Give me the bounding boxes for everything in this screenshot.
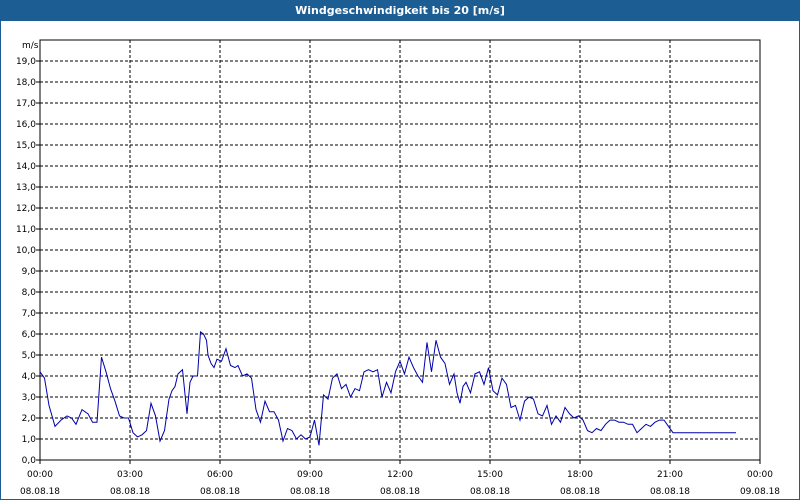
x-tick-date-label: 08.08.18 xyxy=(470,487,510,497)
x-tick-time-label: 18:00 xyxy=(567,470,593,480)
y-tick-label: 1,0 xyxy=(22,435,37,445)
y-tick-label: 17,0 xyxy=(16,99,36,109)
x-tick-date-label: 08.08.18 xyxy=(200,487,240,497)
wind-speed-chart: 0,0 1,0 2,0 3,0 4,0 5,0 6,0 7,0 8,0 9,0 10,0 11,0 12… xyxy=(16,39,780,497)
y-tick-label: 11,0 xyxy=(16,225,36,235)
y-tick-label: 2,0 xyxy=(22,414,37,424)
y-axis-ticks: 0,0 1,0 2,0 3,0 4,0 5,0 6,0 7,0 8,0 9,0 10,0 11,0 12… xyxy=(16,57,40,466)
y-axis-unit-label: m/s xyxy=(22,41,39,51)
y-tick-label: 8,0 xyxy=(22,288,37,298)
x-tick-time-label: 00:00 xyxy=(27,470,53,480)
x-tick-time-label: 21:00 xyxy=(657,470,683,480)
y-tick-label: 3,0 xyxy=(22,393,37,403)
y-tick-label: 13,0 xyxy=(16,183,36,193)
grid-lines xyxy=(40,40,760,460)
y-tick-label: 16,0 xyxy=(16,120,36,130)
x-tick-date-label: 09.08.18 xyxy=(740,487,780,497)
y-tick-label: 15,0 xyxy=(16,141,36,151)
y-tick-label: 7,0 xyxy=(22,309,37,319)
x-tick-time-label: 06:00 xyxy=(207,470,233,480)
x-axis-ticks: 00:00 08.08.18 03:00 08.08.18 06:00 08.08.18 0… xyxy=(20,460,780,497)
y-tick-label: 6,0 xyxy=(22,330,37,340)
x-tick-date-label: 08.08.18 xyxy=(560,487,600,497)
y-tick-label: 9,0 xyxy=(22,267,37,277)
x-tick-date-label: 08.08.18 xyxy=(380,487,420,497)
x-tick-time-label: 09:00 xyxy=(297,470,323,480)
x-tick-date-label: 08.08.18 xyxy=(110,487,150,497)
x-tick-time-label: 03:00 xyxy=(117,470,143,480)
x-tick-time-label: 00:00 xyxy=(747,470,773,480)
x-tick-date-label: 08.08.18 xyxy=(20,487,60,497)
y-tick-label: 18,0 xyxy=(16,78,36,88)
x-tick-time-label: 15:00 xyxy=(477,470,503,480)
y-tick-label: 0,0 xyxy=(22,456,37,466)
y-tick-label: 10,0 xyxy=(16,246,36,256)
y-tick-label: 5,0 xyxy=(22,351,37,361)
x-tick-date-label: 08.08.18 xyxy=(290,487,330,497)
x-tick-time-label: 12:00 xyxy=(387,470,413,480)
y-tick-label: 19,0 xyxy=(16,57,36,67)
x-tick-date-label: 08.08.18 xyxy=(650,487,690,497)
y-tick-label: 4,0 xyxy=(22,372,37,382)
y-tick-label: 14,0 xyxy=(16,162,36,172)
y-tick-label: 12,0 xyxy=(16,204,36,214)
